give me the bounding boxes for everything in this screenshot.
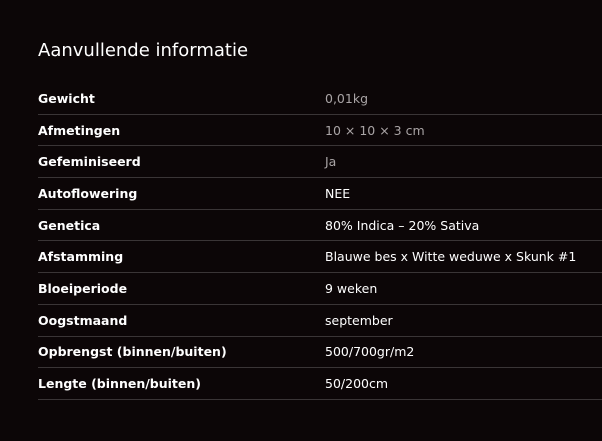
table-row-lineage: Afstamming Blauwe bes x Witte weduwe x S… — [38, 241, 602, 274]
row-label: Bloeiperiode — [38, 280, 128, 296]
row-value: Ja — [325, 154, 337, 170]
row-label: Afmetingen — [38, 122, 121, 138]
row-label: Lengte (binnen/buiten) — [38, 376, 201, 392]
row-value: 0,01kg — [325, 90, 369, 106]
specifications-table: Gewicht 0,01kg Afmetingen 10 × 10 × 3 cm… — [38, 83, 602, 400]
row-label: Gewicht — [38, 90, 95, 106]
row-label: Opbrengst (binnen/buiten) — [38, 344, 227, 360]
table-row-weight: Gewicht 0,01kg — [38, 83, 602, 115]
table-row-yield: Opbrengst (binnen/buiten) 500/700gr/m2 — [38, 337, 602, 369]
table-row-genetics: Genetica 80% Indica – 20% Sativa — [38, 210, 602, 242]
table-row-autoflowering: Autoflowering NEE — [38, 178, 602, 210]
row-value: 500/700gr/m2 — [325, 344, 415, 360]
row-label: Oogstmaand — [38, 312, 128, 328]
row-value: september — [325, 312, 393, 328]
table-row-feminized: Gefeminiseerd Ja — [38, 146, 602, 179]
row-value: 10 × 10 × 3 cm — [325, 122, 425, 138]
row-label: Autoflowering — [38, 185, 138, 201]
row-value: 9 weken — [325, 280, 378, 296]
row-value: NEE — [325, 185, 351, 201]
row-label: Gefeminiseerd — [38, 154, 141, 170]
table-row-flowering-period: Bloeiperiode 9 weken — [38, 273, 602, 305]
row-value: 80% Indica – 20% Sativa — [325, 217, 480, 233]
table-row-dimensions: Afmetingen 10 × 10 × 3 cm — [38, 115, 602, 147]
row-value: 50/200cm — [325, 376, 389, 392]
table-row-height: Lengte (binnen/buiten) 50/200cm — [38, 368, 602, 400]
section-title: Aanvullende informatie — [38, 40, 249, 61]
row-value: Blauwe bes x Witte weduwe x Skunk #1 — [325, 249, 577, 265]
row-label: Genetica — [38, 217, 101, 233]
row-label: Afstamming — [38, 249, 124, 265]
table-row-harvest-month: Oogstmaand september — [38, 305, 602, 337]
additional-information-panel: Aanvullende informatie Gewicht 0,01kg Af… — [0, 0, 602, 441]
